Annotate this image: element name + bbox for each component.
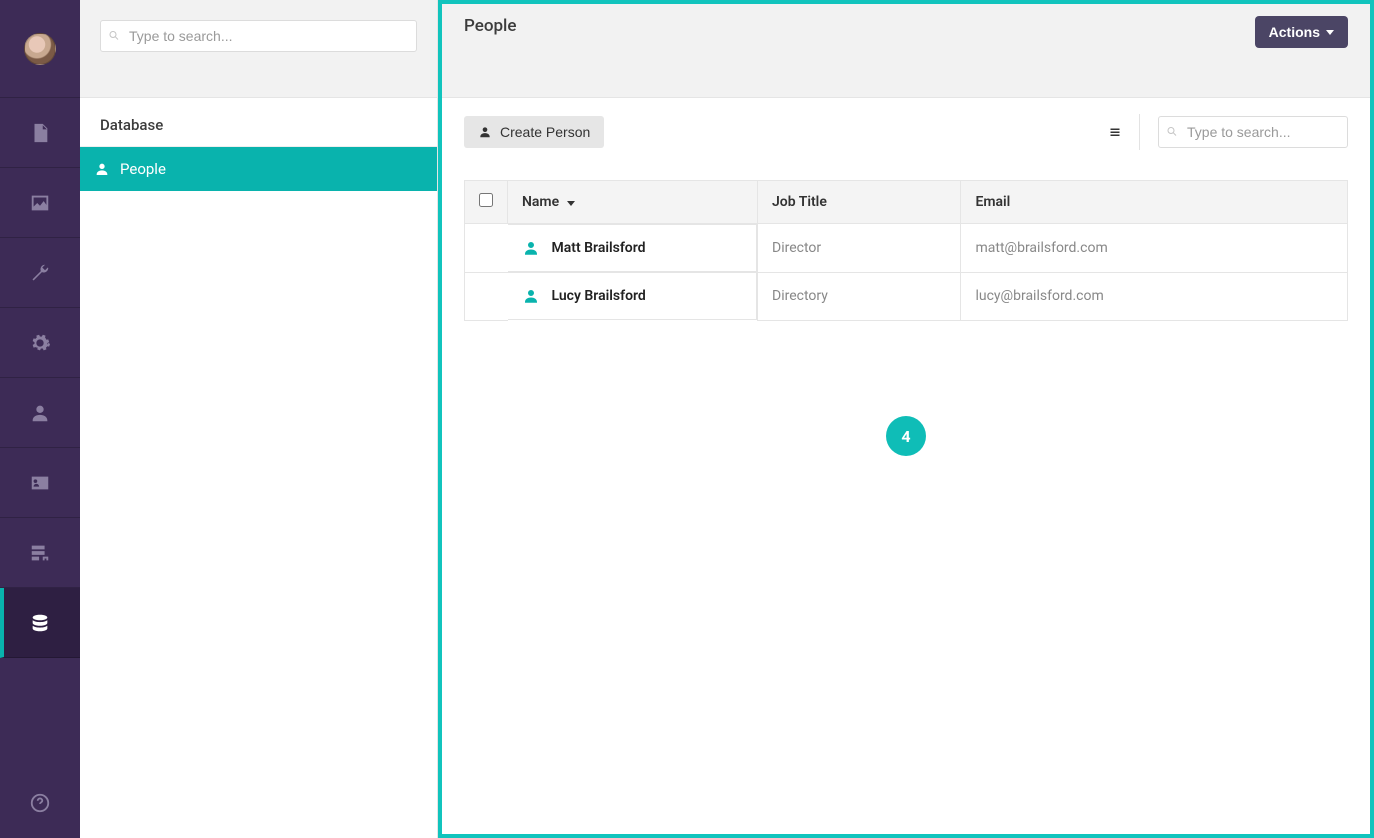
tree-item-people[interactable]: People — [80, 147, 437, 191]
document-icon — [29, 122, 51, 144]
main-panel: People Actions Create Person — [438, 0, 1374, 838]
create-label: Create Person — [500, 124, 590, 140]
column-job-title[interactable]: Job Title — [758, 181, 961, 224]
user-icon — [29, 402, 51, 424]
layout-toggle[interactable] — [1109, 123, 1121, 142]
main-header: People Actions — [442, 4, 1370, 98]
column-select-all[interactable] — [465, 181, 508, 224]
rail-item-content[interactable] — [0, 98, 80, 168]
user-avatar[interactable] — [0, 0, 80, 98]
column-name[interactable]: Name — [508, 181, 758, 224]
nav-rail — [0, 0, 80, 838]
wrench-icon — [29, 262, 51, 284]
row-name: Lucy Brailsford — [552, 288, 646, 304]
column-email[interactable]: Email — [961, 181, 1348, 224]
person-icon — [522, 239, 540, 257]
rail-item-database[interactable] — [0, 588, 80, 658]
people-table-wrap: Name Job Title Email Matt Brailsford — [442, 150, 1370, 321]
rail-item-users[interactable] — [0, 378, 80, 448]
row-name-cell[interactable]: Matt Brailsford — [508, 224, 758, 272]
tree-search-zone — [80, 0, 437, 98]
row-job-title: Director — [758, 224, 961, 273]
sort-desc-icon — [567, 201, 575, 206]
table-search — [1158, 116, 1348, 148]
form-icon — [29, 542, 51, 564]
table-row[interactable]: Lucy Brailsford Directory lucy@brailsfor… — [465, 272, 1348, 320]
chevron-down-icon — [1326, 30, 1334, 35]
tree-panel: Database People — [80, 0, 438, 838]
rail-item-members[interactable] — [0, 448, 80, 518]
person-icon — [94, 161, 110, 177]
avatar-image — [24, 33, 56, 65]
select-all-checkbox[interactable] — [479, 193, 493, 207]
row-job-title: Directory — [758, 272, 961, 320]
actions-button[interactable]: Actions — [1255, 16, 1348, 48]
list-icon — [1109, 126, 1121, 138]
toolbar-right — [1109, 114, 1348, 150]
tree-search — [100, 20, 417, 52]
image-icon — [29, 192, 51, 214]
row-name: Matt Brailsford — [552, 240, 646, 256]
main-toolbar: Create Person — [442, 98, 1370, 150]
gear-icon — [29, 332, 51, 354]
person-icon — [478, 125, 492, 139]
annotation-bubble: 4 — [886, 416, 926, 456]
table-search-input[interactable] — [1158, 116, 1348, 148]
row-checkbox-cell[interactable] — [465, 224, 508, 273]
actions-label: Actions — [1269, 24, 1320, 40]
rail-item-forms[interactable] — [0, 518, 80, 588]
tree-item-label: People — [120, 160, 166, 178]
page-title: People — [464, 16, 517, 36]
tree-section-title: Database — [80, 98, 437, 147]
toolbar-divider — [1139, 114, 1140, 150]
help-button[interactable] — [0, 768, 80, 838]
row-checkbox-cell[interactable] — [465, 272, 508, 320]
database-icon — [29, 612, 51, 634]
help-icon — [29, 792, 51, 814]
column-name-label: Name — [522, 194, 559, 210]
row-name-cell[interactable]: Lucy Brailsford — [508, 272, 758, 320]
search-icon — [108, 27, 120, 46]
table-row[interactable]: Matt Brailsford Director matt@brailsford… — [465, 224, 1348, 273]
table-header-row: Name Job Title Email — [465, 181, 1348, 224]
search-icon — [1166, 123, 1178, 142]
rail-item-settings[interactable] — [0, 308, 80, 378]
card-icon — [29, 472, 51, 494]
tree-search-input[interactable] — [100, 20, 417, 52]
people-table: Name Job Title Email Matt Brailsford — [464, 180, 1348, 321]
row-email: lucy@brailsford.com — [961, 272, 1348, 320]
rail-item-settings-tools[interactable] — [0, 238, 80, 308]
create-person-button[interactable]: Create Person — [464, 116, 604, 148]
rail-item-media[interactable] — [0, 168, 80, 238]
row-email: matt@brailsford.com — [961, 224, 1348, 273]
person-icon — [522, 287, 540, 305]
